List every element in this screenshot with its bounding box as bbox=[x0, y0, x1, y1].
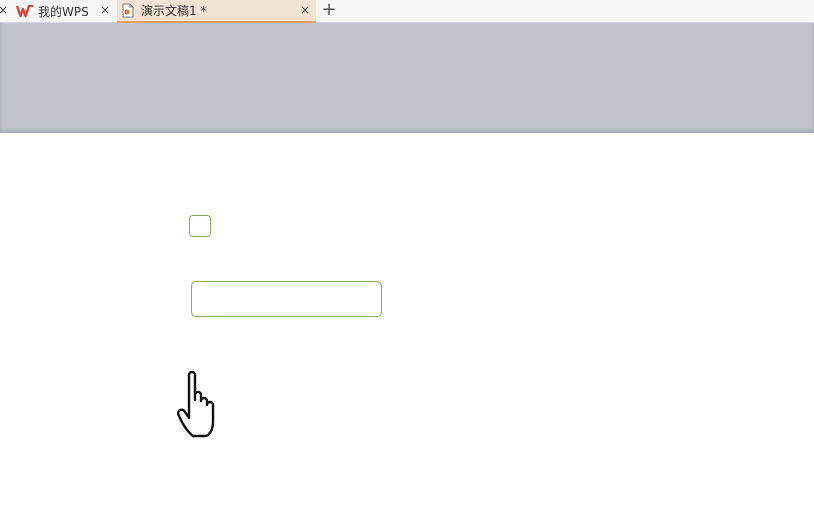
toolbar-area bbox=[0, 23, 814, 133]
tab-bar: × 我的WPS × 演示文稿1 * × + bbox=[0, 0, 814, 23]
close-icon[interactable]: × bbox=[298, 3, 312, 17]
new-tab-button[interactable]: + bbox=[320, 1, 338, 19]
rounded-rectangle-shape[interactable] bbox=[189, 215, 211, 237]
close-icon[interactable]: × bbox=[0, 3, 10, 17]
tab-label: 演示文稿1 * bbox=[141, 4, 207, 18]
tab-label: 我的WPS bbox=[38, 4, 89, 19]
rounded-textbox-shape[interactable] bbox=[191, 281, 382, 317]
close-icon[interactable]: × bbox=[98, 3, 112, 17]
tab-my-wps[interactable]: 我的WPS × bbox=[14, 0, 116, 22]
presentation-doc-icon bbox=[122, 3, 134, 18]
wps-logo-icon bbox=[16, 5, 33, 18]
hand-pointer-cursor-icon bbox=[177, 370, 215, 438]
slide-canvas[interactable] bbox=[0, 135, 814, 522]
tab-presentation[interactable]: 演示文稿1 * × bbox=[117, 0, 316, 23]
